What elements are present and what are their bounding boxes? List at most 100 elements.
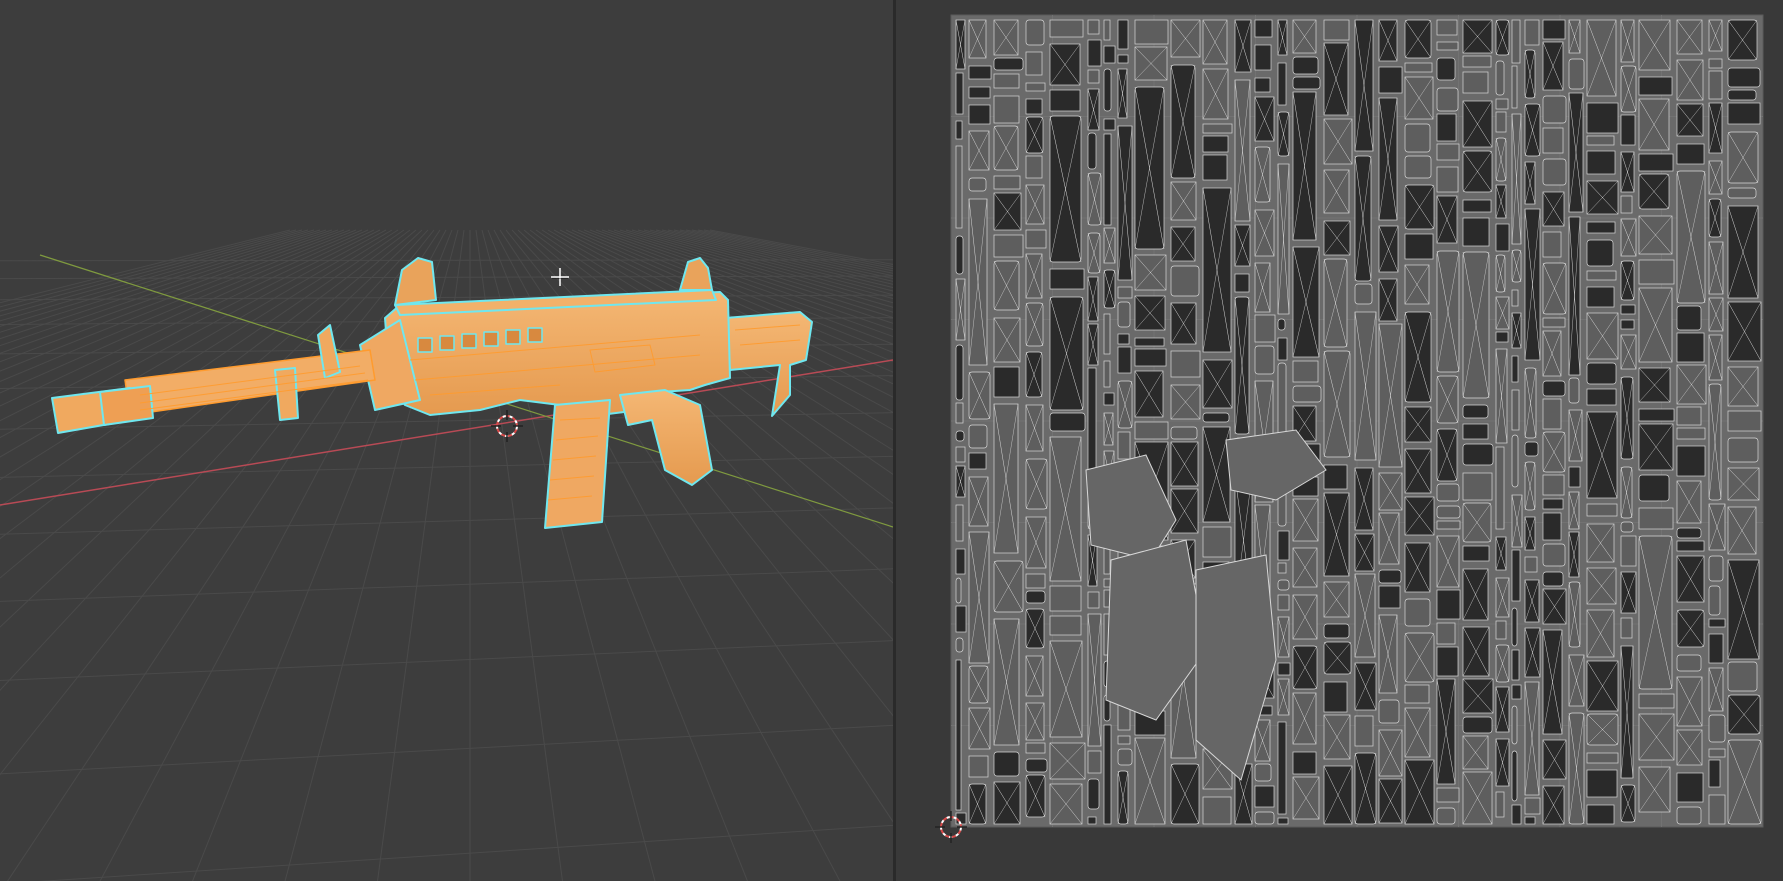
uv-island[interactable] — [1462, 55, 1492, 68]
uv-island[interactable] — [968, 424, 988, 449]
uv-island[interactable] — [955, 548, 966, 575]
uv-island[interactable] — [1542, 498, 1564, 510]
uv-island[interactable] — [1254, 811, 1275, 825]
uv-island[interactable] — [1676, 445, 1706, 477]
uv-island[interactable] — [993, 366, 1020, 398]
uv-island[interactable] — [1511, 649, 1520, 681]
uv-island[interactable] — [1087, 69, 1100, 84]
uv-island[interactable] — [1134, 421, 1169, 440]
uv-island[interactable] — [1708, 58, 1723, 69]
uv-island[interactable] — [1404, 233, 1434, 260]
uv-island[interactable] — [1087, 19, 1100, 35]
uv-island[interactable] — [1727, 89, 1757, 101]
uv-island[interactable] — [1049, 615, 1082, 636]
uv-island[interactable] — [1495, 223, 1510, 252]
uv-island[interactable] — [1586, 388, 1617, 406]
uv-island[interactable] — [1462, 443, 1494, 466]
uv-island[interactable] — [1436, 41, 1459, 51]
uv-island[interactable] — [1524, 556, 1538, 573]
uv-island[interactable] — [968, 177, 987, 192]
uv-island[interactable] — [1495, 791, 1505, 818]
uv-island[interactable] — [1404, 684, 1430, 704]
uv-island[interactable] — [1049, 412, 1086, 432]
uv-island[interactable] — [1462, 423, 1489, 440]
uv-island[interactable] — [1202, 526, 1232, 558]
uv-island[interactable] — [1462, 71, 1489, 94]
uv-island[interactable] — [1542, 571, 1564, 587]
uv-island[interactable] — [1103, 45, 1116, 64]
uv-island[interactable] — [1638, 693, 1675, 709]
uv-island[interactable] — [1170, 426, 1198, 440]
uv-island[interactable] — [1708, 714, 1726, 743]
uv-island[interactable] — [1676, 305, 1702, 331]
uv-island[interactable] — [1586, 752, 1619, 764]
uv-island[interactable] — [1277, 562, 1287, 574]
uv-island[interactable] — [1542, 231, 1562, 258]
uv-island[interactable] — [1638, 153, 1674, 172]
uv-island[interactable] — [955, 145, 963, 229]
uv-island[interactable] — [1620, 535, 1637, 567]
uv-island[interactable] — [1638, 408, 1675, 422]
uv-island[interactable] — [1323, 464, 1348, 490]
uv-island[interactable] — [1568, 377, 1580, 404]
uv-island[interactable] — [1586, 769, 1618, 798]
uv-island[interactable] — [1378, 585, 1401, 609]
uv-island[interactable] — [1292, 385, 1322, 403]
uv-island[interactable] — [1511, 607, 1518, 647]
uv-island[interactable] — [1708, 759, 1721, 788]
uv-island[interactable] — [1495, 446, 1505, 530]
uv-island[interactable] — [1117, 54, 1129, 64]
uv-island[interactable] — [993, 73, 1020, 89]
uv-island[interactable] — [1103, 118, 1116, 131]
uv-island[interactable] — [1524, 19, 1540, 46]
uv-island[interactable] — [1254, 763, 1272, 782]
uv-island[interactable] — [1354, 715, 1374, 747]
uv-island[interactable] — [1436, 166, 1459, 193]
uv-island[interactable] — [968, 452, 987, 470]
uv-island[interactable] — [1462, 545, 1490, 562]
uv-island[interactable] — [1511, 684, 1522, 700]
uv-island[interactable] — [1117, 286, 1133, 299]
uv-island[interactable] — [1117, 301, 1131, 328]
uv-island[interactable] — [1202, 796, 1232, 825]
uv-island[interactable] — [1676, 806, 1702, 825]
uv-island[interactable] — [968, 86, 991, 99]
uv-island[interactable] — [1620, 617, 1633, 639]
uv-island[interactable] — [1586, 503, 1618, 517]
uv-editor[interactable] — [896, 0, 1783, 881]
uv-island[interactable] — [1436, 807, 1456, 825]
uv-island[interactable] — [1292, 56, 1319, 75]
uv-island[interactable] — [1025, 590, 1046, 604]
uv-island[interactable] — [1511, 355, 1519, 383]
uv-island[interactable] — [1727, 437, 1759, 463]
uv-island[interactable] — [1292, 751, 1317, 775]
uv-island[interactable] — [993, 751, 1020, 777]
uv-island[interactable] — [1436, 520, 1461, 530]
uv-island[interactable] — [1134, 19, 1169, 45]
uv-island[interactable] — [1586, 286, 1615, 308]
uv-island[interactable] — [1087, 816, 1097, 825]
uv-island[interactable] — [1638, 76, 1673, 96]
uv-island[interactable] — [1676, 527, 1702, 539]
uv-island[interactable] — [1404, 123, 1431, 153]
uv-island[interactable] — [1436, 87, 1459, 112]
uv-island[interactable] — [1495, 331, 1509, 343]
uv-island[interactable] — [1676, 772, 1704, 803]
uv-island[interactable] — [993, 95, 1020, 124]
uv-island[interactable] — [1436, 57, 1456, 81]
uv-island[interactable] — [1586, 102, 1619, 134]
uv-island[interactable] — [1676, 540, 1705, 552]
uv-island[interactable] — [1404, 62, 1433, 73]
uv-island[interactable] — [1727, 661, 1758, 692]
uv-island[interactable] — [1025, 742, 1046, 754]
uv-island[interactable] — [1134, 348, 1167, 367]
uv-island[interactable] — [1277, 530, 1290, 561]
uv-island[interactable] — [1542, 317, 1566, 328]
uv-island[interactable] — [1727, 410, 1762, 432]
uv-island[interactable] — [1170, 350, 1201, 378]
uv-island[interactable] — [1103, 392, 1115, 406]
uv-island[interactable] — [1542, 380, 1566, 397]
uv-island[interactable] — [1511, 19, 1521, 64]
uv-island[interactable] — [1049, 585, 1082, 612]
uv-island[interactable] — [955, 344, 964, 401]
